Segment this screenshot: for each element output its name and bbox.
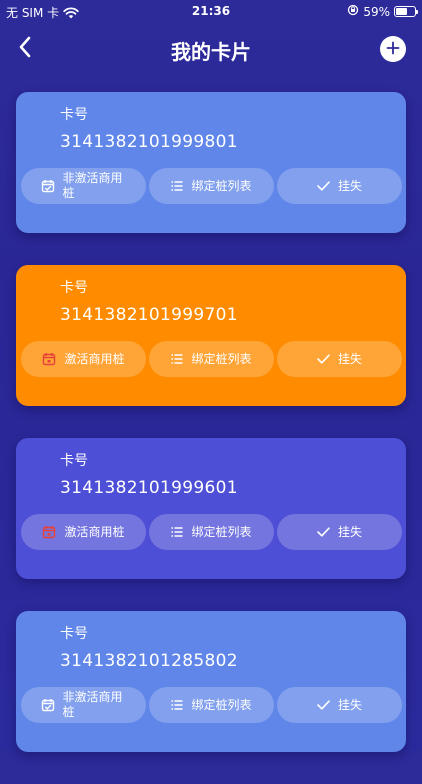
check-icon — [317, 354, 330, 364]
button-label: 挂失 — [337, 697, 362, 712]
report-loss-button[interactable]: 挂失 — [277, 687, 402, 723]
page-title: 我的卡片 — [171, 40, 251, 64]
bound-piles-button[interactable]: 绑定桩列表 — [149, 687, 274, 723]
button-label: 挂失 — [337, 524, 362, 539]
card-number-label: 卡号 — [60, 280, 88, 296]
orientation-lock-icon — [347, 4, 359, 19]
button-label: 激活商用桩 — [64, 524, 125, 539]
card-number-label: 卡号 — [60, 453, 88, 469]
check-icon — [317, 527, 330, 537]
bound-piles-button[interactable]: 绑定桩列表 — [149, 168, 274, 204]
card-actions: 非激活商用桩 绑定桩列表 挂失 — [21, 168, 402, 204]
button-label: 绑定桩列表 — [191, 351, 252, 366]
battery-icon — [394, 6, 418, 17]
card-item: 卡号 3141382101999701 激活商用桩 绑定桩列表 挂失 — [16, 265, 406, 406]
add-card-button[interactable] — [380, 36, 406, 62]
report-loss-button[interactable]: 挂失 — [277, 514, 402, 550]
card-actions: 激活商用桩 绑定桩列表 挂失 — [21, 341, 402, 377]
battery-percent: 59% — [363, 4, 390, 19]
list-icon — [171, 527, 183, 537]
calendar-check-icon — [41, 698, 55, 712]
card-number-label: 卡号 — [60, 107, 88, 123]
plus-icon — [386, 40, 400, 59]
report-loss-button[interactable]: 挂失 — [277, 341, 402, 377]
calendar-icon — [42, 352, 56, 366]
bound-piles-button[interactable]: 绑定桩列表 — [149, 514, 274, 550]
button-label: 非激活商用桩 — [62, 171, 123, 200]
nav-bar: 我的卡片 — [0, 22, 422, 78]
deactivate-commercial-button[interactable]: 非激活商用桩 — [21, 168, 146, 204]
list-icon — [171, 354, 183, 364]
check-icon — [317, 700, 330, 710]
card-number-label: 卡号 — [60, 626, 88, 642]
card-actions: 非激活商用桩 绑定桩列表 挂失 — [21, 687, 402, 723]
button-label: 绑定桩列表 — [191, 524, 252, 539]
list-icon — [171, 700, 183, 710]
activate-commercial-button[interactable]: 激活商用桩 — [21, 514, 146, 550]
card-number: 3141382101999701 — [60, 305, 238, 325]
report-loss-button[interactable]: 挂失 — [277, 168, 402, 204]
button-label: 挂失 — [337, 351, 362, 366]
card-number: 3141382101999601 — [60, 478, 238, 498]
card-item: 卡号 3141382101999601 激活商用桩 绑定桩列表 挂失 — [16, 438, 406, 579]
activate-commercial-button[interactable]: 激活商用桩 — [21, 341, 146, 377]
button-label: 绑定桩列表 — [191, 178, 252, 193]
calendar-check-icon — [41, 179, 55, 193]
status-right: 59% — [347, 4, 418, 19]
deactivate-commercial-button[interactable]: 非激活商用桩 — [21, 687, 146, 723]
button-label: 激活商用桩 — [64, 351, 125, 366]
card-item: 卡号 3141382101285802 非激活商用桩 绑定桩列表 挂失 — [16, 611, 406, 752]
button-label: 绑定桩列表 — [191, 697, 252, 712]
card-list: 卡号 3141382101999801 非激活商用桩 绑定桩列表 挂失 卡号 3… — [16, 92, 406, 784]
card-item: 卡号 3141382101999801 非激活商用桩 绑定桩列表 挂失 — [16, 92, 406, 233]
bound-piles-button[interactable]: 绑定桩列表 — [149, 341, 274, 377]
list-icon — [171, 181, 183, 191]
calendar-icon — [42, 525, 56, 539]
status-bar: 无 SIM 卡 21:36 59% — [0, 0, 422, 22]
card-number: 3141382101285802 — [60, 651, 238, 671]
card-actions: 激活商用桩 绑定桩列表 挂失 — [21, 514, 402, 550]
battery-level — [396, 8, 407, 15]
card-number: 3141382101999801 — [60, 132, 238, 152]
button-label: 非激活商用桩 — [62, 690, 123, 719]
button-label: 挂失 — [337, 178, 362, 193]
check-icon — [317, 181, 330, 191]
